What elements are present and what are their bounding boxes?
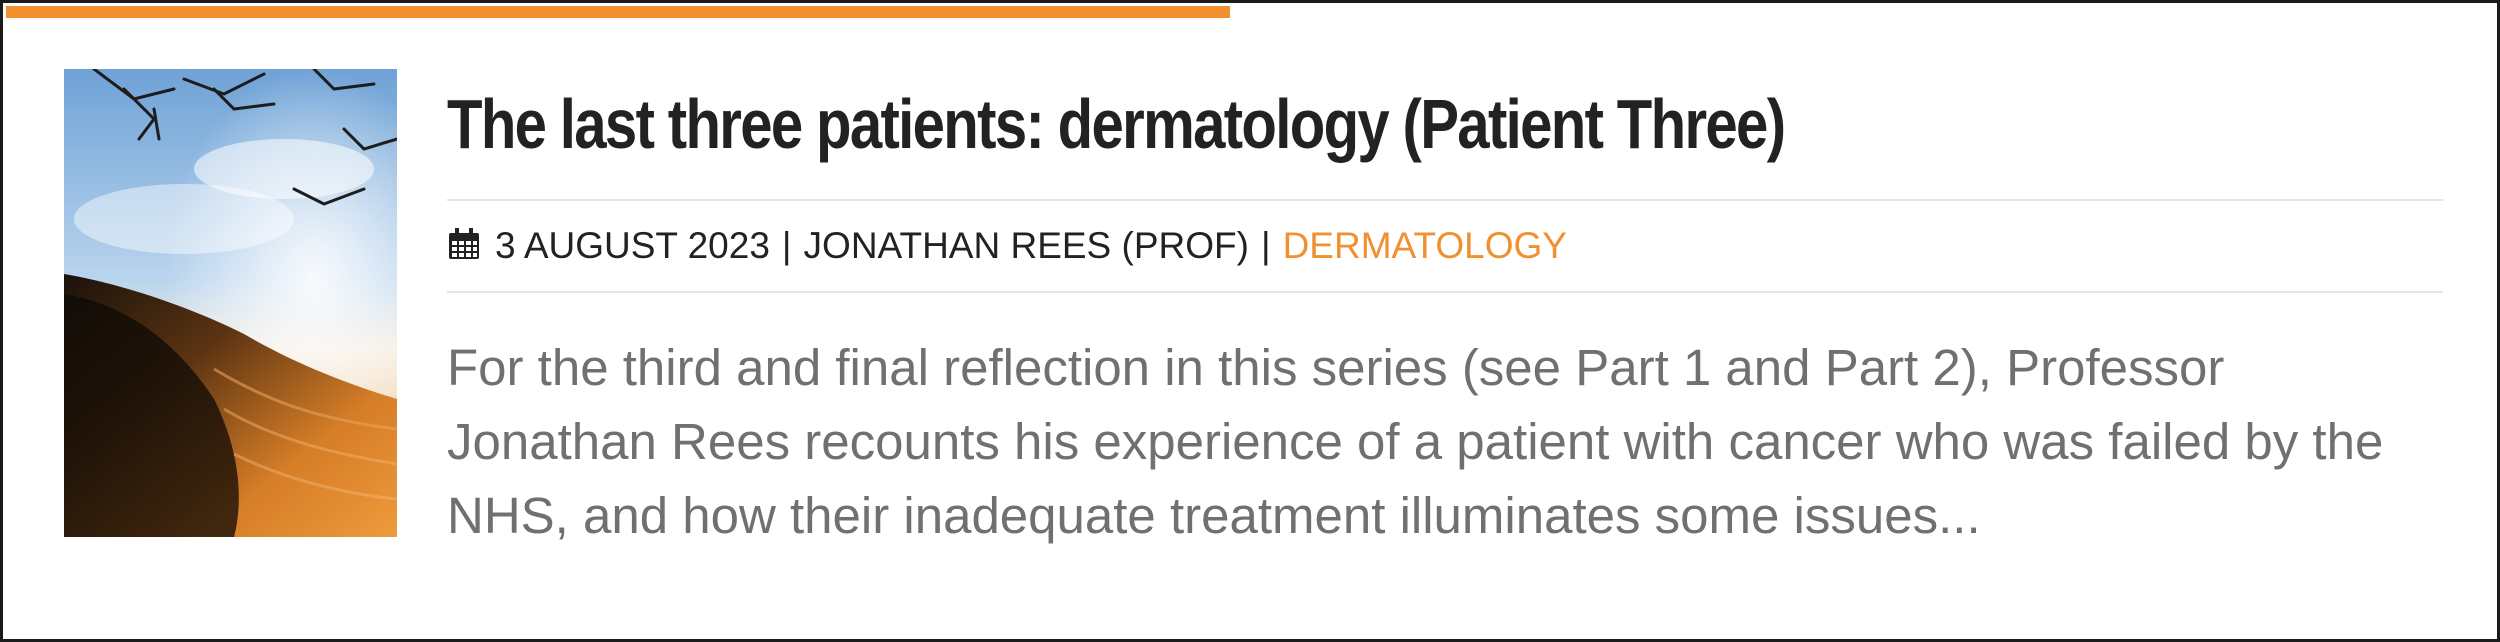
post-category-link[interactable]: DERMATOLOGY [1283,225,1567,267]
post-meta: 3 AUGUST 2023 | JONATHAN REES (PROF) | D… [447,201,2443,291]
post-date: 3 AUGUST 2023 [495,225,770,266]
post-content: The last three patients: dermatology (Pa… [447,69,2443,604]
meta-separator: | [781,225,792,266]
divider-bottom [447,291,2443,293]
meta-separator: | [1260,225,1271,266]
post-thumbnail[interactable] [64,69,397,537]
accent-bar [6,6,1230,18]
post-excerpt: For the third and final reflection in th… [447,339,2384,544]
post-card: The last three patients: dermatology (Pa… [0,0,2500,642]
calendar-icon [449,228,479,259]
post-title[interactable]: The last three patients: dermatology (Pa… [447,69,2104,199]
post-author[interactable]: JONATHAN REES (PROF) [804,225,1249,267]
